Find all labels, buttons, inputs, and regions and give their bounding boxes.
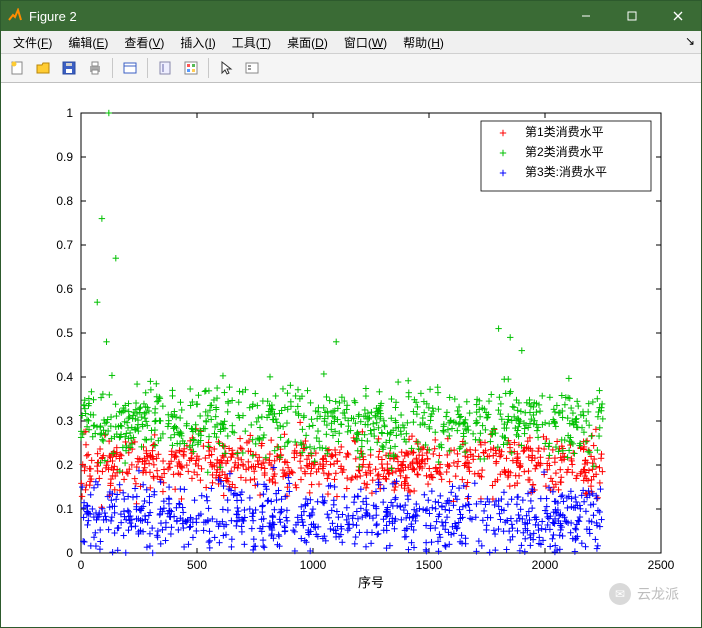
colorbar-button[interactable]	[179, 56, 203, 80]
toolbar-separator	[208, 58, 209, 78]
minimize-button[interactable]	[563, 1, 609, 31]
print-button[interactable]	[83, 56, 107, 80]
dock-arrow-icon[interactable]: ↘	[685, 34, 695, 48]
new-figure-button[interactable]	[5, 56, 29, 80]
toolbar-separator	[112, 58, 113, 78]
save-button[interactable]	[57, 56, 81, 80]
matlab-icon	[7, 8, 23, 24]
datacursor-button[interactable]	[153, 56, 177, 80]
pointer-button[interactable]	[214, 56, 238, 80]
svg-text:0.6: 0.6	[56, 282, 73, 296]
open-button[interactable]	[31, 56, 55, 80]
menubar: 文件(F) 编辑(E) 查看(V) 插入(I) 工具(T) 桌面(D) 窗口(W…	[1, 31, 701, 54]
svg-text:0.5: 0.5	[56, 326, 73, 340]
svg-text:序号: 序号	[358, 575, 384, 590]
svg-text:500: 500	[187, 558, 207, 572]
svg-text:0.8: 0.8	[56, 194, 73, 208]
close-button[interactable]	[655, 1, 701, 31]
svg-text:0.2: 0.2	[56, 458, 73, 472]
menu-help[interactable]: 帮助(H)	[395, 32, 452, 53]
svg-text:0.3: 0.3	[56, 414, 73, 428]
toolbar	[1, 54, 701, 83]
toolbar-separator	[147, 58, 148, 78]
insert-legend-button[interactable]	[240, 56, 264, 80]
menu-desktop[interactable]: 桌面(D)	[279, 32, 336, 53]
menu-edit[interactable]: 编辑(E)	[60, 32, 116, 53]
svg-text:0: 0	[78, 558, 85, 572]
maximize-button[interactable]	[609, 1, 655, 31]
link-button[interactable]	[118, 56, 142, 80]
svg-text:1000: 1000	[300, 558, 327, 572]
axes-area[interactable]: 0 500 1000 1500 2000 2500 0 0.1 0.2 0.3 0.4 0.5 0.6 0…	[1, 83, 701, 627]
svg-text:0: 0	[66, 546, 73, 560]
window-title: Figure 2	[29, 9, 563, 24]
svg-text:0.4: 0.4	[56, 370, 73, 384]
svg-text:第1类消费水平: 第1类消费水平	[525, 125, 604, 139]
menu-insert[interactable]: 插入(I)	[172, 32, 223, 53]
figure-window: Figure 2 文件(F) 编辑(E) 查看(V) 插入(I) 工具(T) 桌…	[0, 0, 702, 628]
svg-text:1500: 1500	[416, 558, 443, 572]
menu-window[interactable]: 窗口(W)	[336, 32, 395, 53]
menu-file[interactable]: 文件(F)	[5, 32, 60, 53]
svg-text:第2类消费水平: 第2类消费水平	[525, 145, 604, 159]
svg-text:0.1: 0.1	[56, 502, 73, 516]
svg-text:1: 1	[66, 106, 73, 120]
svg-text:第3类:消费水平: 第3类:消费水平	[525, 165, 607, 179]
svg-text:0.7: 0.7	[56, 238, 73, 252]
svg-text:2000: 2000	[532, 558, 559, 572]
svg-text:0.9: 0.9	[56, 150, 73, 164]
menu-tools[interactable]: 工具(T)	[224, 32, 279, 53]
svg-text:2500: 2500	[648, 558, 675, 572]
menu-view[interactable]: 查看(V)	[116, 32, 172, 53]
titlebar[interactable]: Figure 2	[1, 1, 701, 31]
scatter-plot: 0 500 1000 1500 2000 2500 0 0.1 0.2 0.3 0.4 0.5 0.6 0…	[1, 83, 701, 628]
